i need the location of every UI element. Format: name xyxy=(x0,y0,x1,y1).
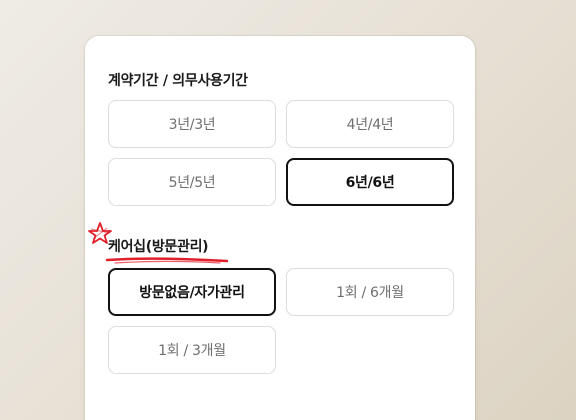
contract-option-6y[interactable]: 6년/6년 xyxy=(286,158,454,206)
contract-option-4y[interactable]: 4년/4년 xyxy=(286,100,454,148)
contract-option-5y[interactable]: 5년/5년 xyxy=(108,158,276,206)
contract-period-title: 계약기간 / 의무사용기간 xyxy=(108,73,248,89)
hand-drawn-underline xyxy=(105,257,229,264)
care-option-3-months[interactable]: 1회 / 3개월 xyxy=(108,326,276,374)
care-option-6-months[interactable]: 1회 / 6개월 xyxy=(286,268,454,316)
options-card: 계약기간 / 의무사용기간 3년/3년 4년/4년 5년/5년 6년/6년 케어… xyxy=(85,36,475,420)
contract-option-3y[interactable]: 3년/3년 xyxy=(108,100,276,148)
care-service-title: 케어십(방문관리) xyxy=(108,239,209,255)
care-option-none[interactable]: 방문없음/자가관리 xyxy=(108,268,276,316)
